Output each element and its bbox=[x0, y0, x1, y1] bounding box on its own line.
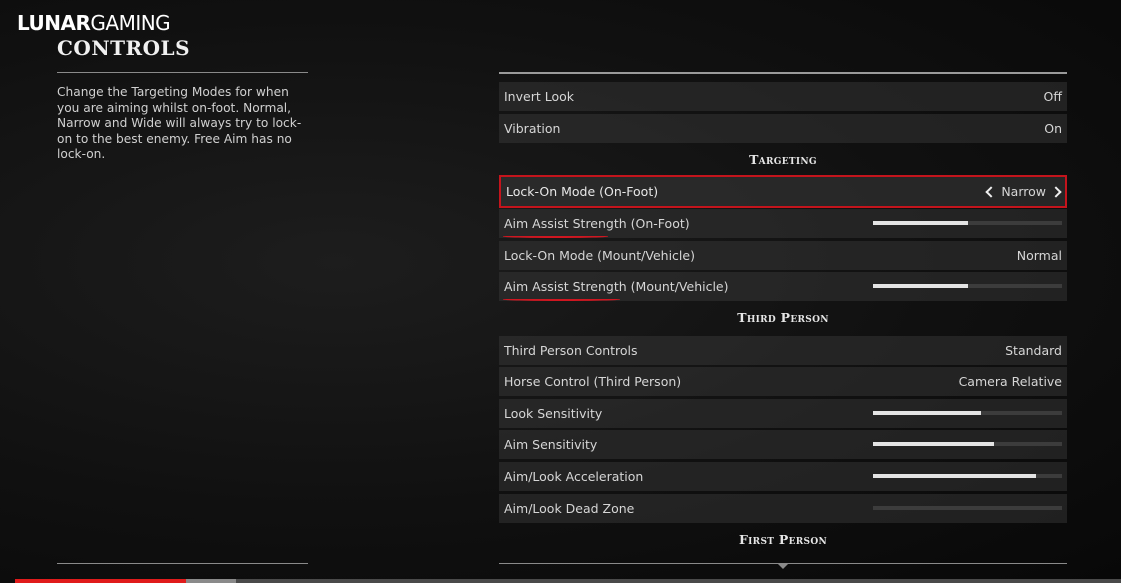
setting-row-lock-on-mode-mount[interactable]: Lock-On Mode (Mount/Vehicle) Normal bbox=[499, 241, 1067, 270]
description-top-divider bbox=[57, 72, 308, 73]
setting-row-horse-control[interactable]: Horse Control (Third Person) Camera Rela… bbox=[499, 367, 1067, 396]
acceleration-slider[interactable] bbox=[873, 474, 1062, 478]
setting-value: Off bbox=[1043, 89, 1062, 104]
setting-row-third-person-controls[interactable]: Third Person Controls Standard bbox=[499, 336, 1067, 365]
aim-assist-slider[interactable] bbox=[873, 221, 1062, 225]
setting-row-aim-sensitivity[interactable]: Aim Sensitivity bbox=[499, 430, 1067, 459]
description-bottom-divider bbox=[57, 563, 308, 564]
channel-logo: LUNARGAMING bbox=[17, 11, 171, 35]
slider-fill bbox=[873, 442, 994, 446]
chevron-right-icon[interactable] bbox=[1050, 185, 1062, 198]
red-annotation-underline bbox=[503, 298, 620, 301]
setting-value: On bbox=[1044, 121, 1062, 136]
video-played-bar bbox=[15, 579, 187, 583]
setting-row-aim-assist-mount[interactable]: Aim Assist Strength (Mount/Vehicle) bbox=[499, 272, 1067, 301]
slider-fill bbox=[873, 284, 968, 288]
section-heading-third-person: Third Person bbox=[737, 310, 829, 325]
setting-label: Lock-On Mode (On-Foot) bbox=[506, 184, 659, 199]
setting-value: Camera Relative bbox=[958, 374, 1062, 389]
aim-assist-mount-slider[interactable] bbox=[873, 284, 1062, 288]
section-heading-targeting: Targeting bbox=[749, 152, 817, 167]
chevron-left-icon[interactable] bbox=[985, 185, 997, 198]
setting-value: Standard bbox=[1005, 343, 1062, 358]
setting-row-look-sensitivity[interactable]: Look Sensitivity bbox=[499, 399, 1067, 428]
setting-label: Vibration bbox=[504, 121, 561, 136]
slider-fill bbox=[873, 221, 968, 225]
dead-zone-slider[interactable] bbox=[873, 506, 1062, 510]
setting-row-vibration[interactable]: Vibration On bbox=[499, 114, 1067, 143]
aim-sensitivity-slider[interactable] bbox=[873, 442, 1062, 446]
setting-row-aim-assist-on-foot[interactable]: Aim Assist Strength (On-Foot) bbox=[499, 209, 1067, 238]
setting-label: Third Person Controls bbox=[504, 343, 638, 358]
red-annotation-underline bbox=[503, 235, 608, 238]
setting-label: Invert Look bbox=[504, 89, 574, 104]
setting-row-invert-look[interactable]: Invert Look Off bbox=[499, 82, 1067, 111]
setting-value: Narrow bbox=[1001, 184, 1046, 199]
page-title: CONTROLS bbox=[57, 36, 191, 60]
slider-fill bbox=[873, 474, 1036, 478]
scroll-down-indicator-icon bbox=[778, 564, 788, 569]
setting-value: Normal bbox=[1016, 248, 1062, 263]
option-selector: Narrow bbox=[985, 184, 1062, 199]
settings-top-divider bbox=[499, 72, 1067, 74]
setting-row-aim-look-dead-zone[interactable]: Aim/Look Dead Zone bbox=[499, 494, 1067, 523]
look-sensitivity-slider[interactable] bbox=[873, 411, 1062, 415]
setting-description: Change the Targeting Modes for when you … bbox=[57, 85, 302, 161]
setting-row-lock-on-mode-on-foot[interactable]: Lock-On Mode (On-Foot) Narrow bbox=[499, 175, 1067, 208]
setting-row-aim-look-acceleration[interactable]: Aim/Look Acceleration bbox=[499, 462, 1067, 491]
setting-label: Horse Control (Third Person) bbox=[504, 374, 682, 389]
slider-fill bbox=[873, 411, 981, 415]
setting-label: Lock-On Mode (Mount/Vehicle) bbox=[504, 248, 695, 263]
section-heading-first-person: First Person bbox=[738, 532, 828, 547]
